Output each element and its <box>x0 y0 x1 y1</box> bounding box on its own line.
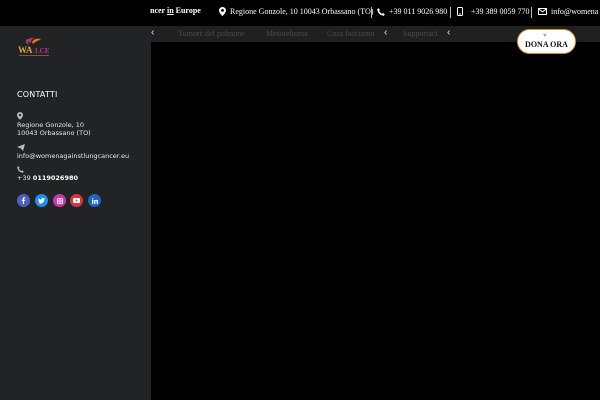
topbar-address[interactable]: Regione Gonzole, 10 10043 Orbassano (TO) <box>219 7 373 16</box>
site-title-in: in <box>166 6 174 15</box>
linkedin-icon[interactable] <box>88 194 101 207</box>
svg-text:WA: WA <box>18 45 33 55</box>
instagram-icon[interactable] <box>53 194 66 207</box>
contacts-heading: CONTATTI <box>17 90 58 99</box>
divider <box>450 7 451 18</box>
site-title[interactable]: ncer in Europe <box>150 6 201 15</box>
top-bar: ncer in Europe Regione Gonzole, 10 10043… <box>0 0 600 26</box>
topbar-address-text: Regione Gonzole, 10 10043 Orbassano (TO) <box>230 7 374 16</box>
phone-icon <box>377 7 385 16</box>
sidebar-phone-prefix: +39 <box>17 174 33 182</box>
twitter-icon[interactable] <box>35 194 48 207</box>
heart-icon: ♥ <box>543 33 547 39</box>
paper-plane-icon <box>17 144 25 151</box>
mobile-phone-icon <box>457 7 463 16</box>
site-title-suffix: Europe <box>173 6 201 15</box>
topbar-mobile[interactable]: +39 389 0059 770 <box>457 7 530 16</box>
phone-icon <box>17 166 24 173</box>
envelope-icon <box>538 8 547 15</box>
sidebar-phone[interactable]: +39 0119026980 <box>17 174 78 183</box>
chevron-left-icon[interactable]: ‹ <box>447 27 450 38</box>
topbar-email[interactable]: info@womena <box>538 7 598 16</box>
donate-button-label: DONA ORA <box>525 40 568 49</box>
sidebar-email[interactable]: info@womenagainstlungcancer.eu <box>17 152 129 161</box>
topbar-email-text: info@womena <box>551 7 599 16</box>
map-pin-icon <box>219 7 226 16</box>
nav-item-cosa-facciamo[interactable]: Cosa facciamo <box>327 29 374 38</box>
sidebar-phone-number: 0119026980 <box>32 174 79 182</box>
divider <box>371 7 372 18</box>
topbar-phone[interactable]: +39 011 9026 980 <box>377 7 447 16</box>
map-pin-icon <box>17 112 23 120</box>
youtube-icon[interactable] <box>70 194 83 207</box>
sidebar-address-line2: 10043 Orbassano (TO) <box>17 129 91 137</box>
facebook-icon[interactable] <box>17 194 30 207</box>
side-panel: WA LCE CONTATTI Regione Gonzole, 10 1004… <box>0 26 151 400</box>
nav-item-supportaci[interactable]: Supportaci <box>403 29 438 38</box>
svg-text:LCE: LCE <box>35 47 50 55</box>
topbar-mobile-text: +39 389 0059 770 <box>471 7 530 16</box>
topbar-phone-text: +39 011 9026 980 <box>389 7 448 16</box>
nav-item-mesotelioma[interactable]: Mesotelioma <box>266 29 308 38</box>
site-title-prefix: ncer <box>150 6 167 15</box>
walce-logo[interactable]: WA LCE <box>17 37 57 57</box>
chevron-left-icon[interactable]: ‹ <box>151 27 154 38</box>
divider <box>531 7 532 18</box>
donate-button[interactable]: ♥ DONA ORA <box>517 29 576 54</box>
chevron-left-icon[interactable]: ‹ <box>384 27 387 38</box>
nav-item-tumore-del-polmone[interactable]: Tumore del polmone <box>178 29 245 38</box>
